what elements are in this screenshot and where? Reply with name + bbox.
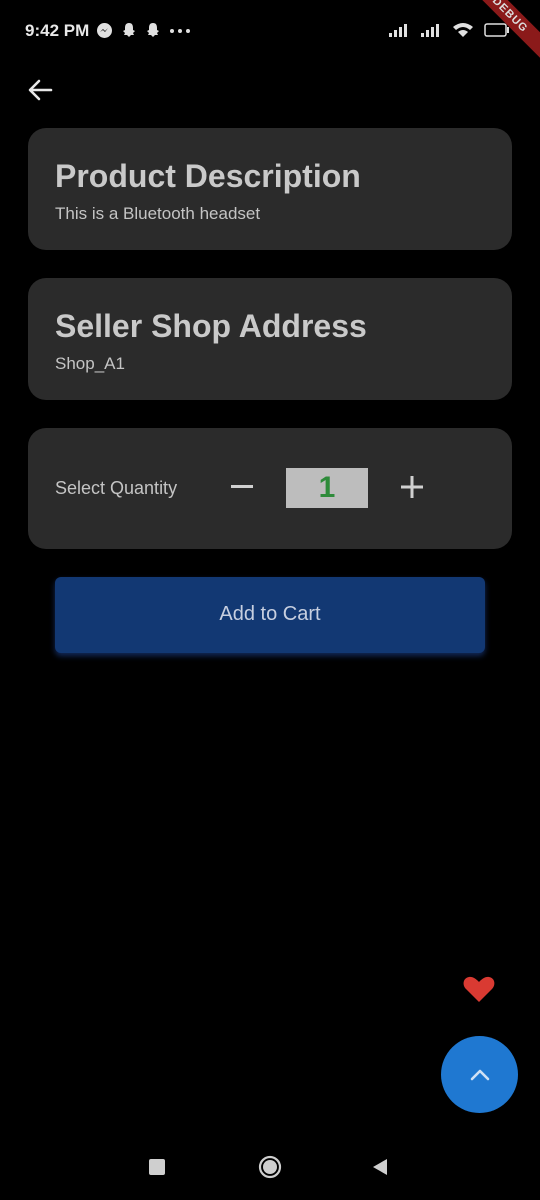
status-time: 9:42 PM	[25, 21, 90, 40]
quantity-label: Select Quantity	[55, 478, 178, 498]
system-icons	[388, 22, 510, 38]
product-description-text: This is a Bluetooth headset	[55, 204, 261, 223]
snapchat-icon	[123, 23, 135, 37]
seller-address-text: Shop_A1	[55, 354, 125, 373]
heart-icon	[463, 976, 495, 1002]
notification-icons	[96, 22, 191, 39]
messenger-icon	[97, 23, 112, 38]
wifi-icon	[453, 23, 473, 37]
favorite-button[interactable]	[462, 972, 496, 1006]
chevron-up-icon	[470, 1069, 489, 1080]
product-description-card: Product Description This is a Bluetooth …	[28, 128, 512, 250]
quantity-card: Select Quantity 1	[28, 428, 512, 549]
arrow-left-icon	[28, 79, 53, 101]
add-to-cart-button[interactable]: Add to Cart	[55, 577, 485, 653]
seller-address-card: Seller Shop Address Shop_A1	[28, 278, 512, 400]
snapchat-icon-2	[147, 23, 159, 37]
decrease-quantity-button[interactable]	[226, 471, 258, 503]
status-bar: 9:42 PM DEBUG	[0, 0, 540, 71]
plus-icon	[401, 476, 423, 498]
nav-back-button[interactable]	[370, 1157, 390, 1177]
quantity-value[interactable]: 1	[286, 468, 368, 508]
product-description-title: Product Description	[55, 158, 361, 194]
recents-button[interactable]	[149, 1159, 165, 1175]
increase-quantity-button[interactable]	[396, 471, 428, 503]
back-button[interactable]	[22, 72, 58, 108]
minus-icon	[231, 485, 253, 488]
signal-icon	[389, 24, 407, 37]
home-button[interactable]	[258, 1155, 282, 1179]
seller-address-title: Seller Shop Address	[55, 308, 367, 344]
signal-icon-2	[421, 24, 439, 37]
scroll-up-fab[interactable]	[441, 1036, 518, 1113]
more-notifications-icon	[170, 29, 190, 33]
navigation-bar	[0, 1136, 540, 1200]
